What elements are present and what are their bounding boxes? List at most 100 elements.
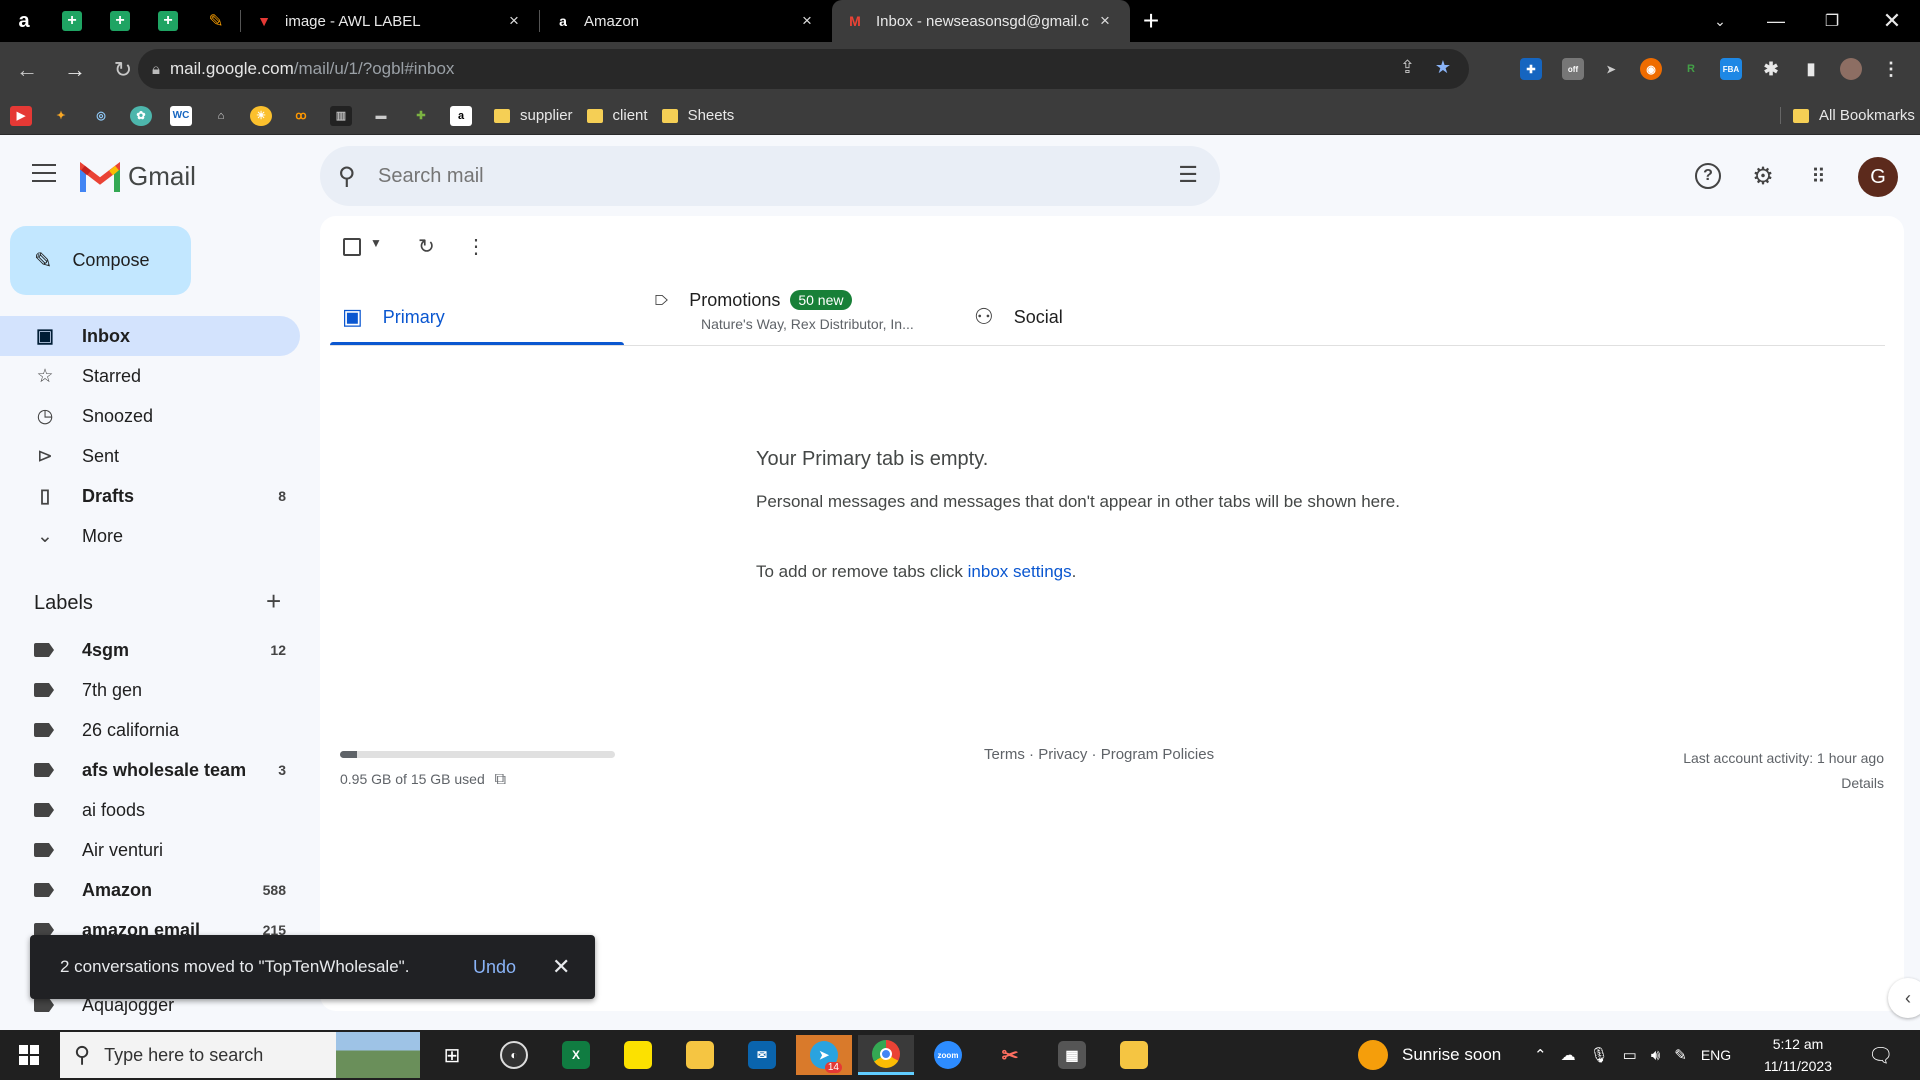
- new-tab-button[interactable]: +: [1130, 0, 1172, 42]
- store-icon[interactable]: ⌂: [210, 106, 232, 126]
- tab-social[interactable]: ⚇ Social: [974, 288, 1063, 346]
- extension-fba-icon[interactable]: FBA: [1720, 58, 1742, 80]
- main-menu-icon[interactable]: [32, 164, 56, 188]
- side-panel-toggle-chevron-icon[interactable]: ‹: [1888, 978, 1920, 1018]
- close-icon[interactable]: ×: [1094, 11, 1116, 31]
- back-button[interactable]: ←: [6, 49, 48, 91]
- profile-avatar-icon[interactable]: [1840, 58, 1862, 80]
- extension-circle-icon[interactable]: ◉: [1640, 58, 1662, 80]
- bookmark-icon[interactable]: ✦: [50, 106, 72, 126]
- tab-promotions[interactable]: ⌂ Promotions 50 new: [651, 280, 852, 320]
- label-item[interactable]: 4sgm 12: [0, 630, 300, 670]
- weather-widget[interactable]: Sunrise soon: [1358, 1030, 1501, 1080]
- amazon-icon[interactable]: a: [450, 105, 472, 126]
- bookmark-icon[interactable]: ◎: [90, 106, 112, 126]
- program-policies-link[interactable]: Program Policies: [1101, 746, 1214, 763]
- tab-search-chevron-icon[interactable]: ⌄: [1692, 0, 1748, 42]
- all-bookmarks[interactable]: All Bookmarks: [1780, 107, 1915, 124]
- chrome-icon[interactable]: [858, 1035, 914, 1075]
- bookmark-folder-supplier[interactable]: supplier: [494, 107, 573, 124]
- sidebar-item-more[interactable]: ⌄ More: [0, 516, 300, 556]
- pen-icon[interactable]: ✎: [1674, 1046, 1687, 1064]
- minimize-button[interactable]: —: [1748, 0, 1804, 42]
- select-all-checkbox[interactable]: [343, 238, 361, 256]
- restore-button[interactable]: ❐: [1804, 0, 1860, 42]
- close-window-button[interactable]: ✕: [1864, 0, 1920, 42]
- add-label-icon[interactable]: +: [266, 586, 281, 617]
- help-icon[interactable]: ?: [1690, 158, 1726, 194]
- label-item[interactable]: afs wholesale team 3: [0, 750, 300, 790]
- select-dropdown-icon[interactable]: ▼: [370, 236, 382, 250]
- start-button[interactable]: [0, 1030, 58, 1080]
- bookmark-icon[interactable]: ▥: [330, 105, 352, 126]
- refresh-icon[interactable]: ↻: [418, 234, 435, 259]
- explorer-folder-icon[interactable]: [1106, 1035, 1162, 1075]
- tab-amazon[interactable]: a Amazon ×: [540, 0, 832, 42]
- clock[interactable]: 5:12 am 11/11/2023: [1764, 1030, 1832, 1080]
- sun-icon[interactable]: ☀: [250, 105, 272, 126]
- notifications-icon[interactable]: 🗨︎: [1868, 1030, 1893, 1080]
- extension-arrow-icon[interactable]: ➤: [1600, 58, 1622, 80]
- wc-icon[interactable]: WC: [170, 105, 192, 126]
- sidebar-item-snoozed[interactable]: ◷ Snoozed: [0, 396, 300, 436]
- tab-gmail-inbox[interactable]: M Inbox - newseasonsgd@gmail.c ×: [832, 0, 1130, 42]
- calculator-icon[interactable]: ▦: [1044, 1035, 1100, 1075]
- sidebar-item-sent[interactable]: ⊳ Sent: [0, 436, 300, 476]
- puzzle-extensions-icon[interactable]: ✱: [1760, 58, 1782, 80]
- inbox-settings-link[interactable]: inbox settings: [968, 562, 1072, 581]
- youtube-icon[interactable]: ▶: [10, 105, 32, 126]
- taskbar-search[interactable]: ⚲ Type here to search: [60, 1032, 420, 1078]
- pinned-tab-amazon[interactable]: a: [0, 0, 48, 42]
- privacy-link[interactable]: Privacy: [1038, 746, 1087, 763]
- close-icon[interactable]: ×: [796, 11, 818, 31]
- label-item[interactable]: 26 california: [0, 710, 300, 750]
- network-icon[interactable]: ▭: [1623, 1046, 1637, 1064]
- search-icon[interactable]: ⚲: [338, 162, 364, 191]
- forward-button[interactable]: →: [54, 49, 96, 91]
- gmail-logo[interactable]: Gmail: [80, 161, 196, 192]
- tab-primary[interactable]: ▣ Primary: [342, 288, 445, 346]
- telegram-icon[interactable]: ➤ 14: [796, 1035, 852, 1075]
- pinned-tab-sheets-3[interactable]: +: [144, 0, 192, 42]
- extension-icon[interactable]: ✚: [1520, 58, 1542, 80]
- settings-gear-icon[interactable]: ⚙: [1745, 158, 1781, 194]
- star-bookmark-icon[interactable]: ★: [1435, 57, 1451, 78]
- external-link-icon[interactable]: ⧉: [495, 771, 506, 788]
- pinned-tab-sheets-2[interactable]: +: [96, 0, 144, 42]
- address-bar[interactable]: 🔒︎ mail.google.com/mail/u/1/?ogbl#inbox …: [138, 49, 1469, 89]
- chatgpt-icon[interactable]: ✿: [130, 105, 152, 126]
- sticky-notes-icon[interactable]: [610, 1035, 666, 1075]
- compose-button[interactable]: ✎ Compose: [10, 226, 191, 295]
- sidebar-item-inbox[interactable]: ▣ Inbox: [0, 316, 300, 356]
- task-view-icon[interactable]: ⊞: [424, 1035, 480, 1075]
- pinned-tab-sheets-1[interactable]: +: [48, 0, 96, 42]
- language-indicator[interactable]: ENG: [1701, 1047, 1731, 1063]
- chevron-up-icon[interactable]: ⌃: [1534, 1046, 1547, 1064]
- close-icon[interactable]: ×: [503, 11, 525, 31]
- search-input[interactable]: [378, 164, 1138, 188]
- sidebar-item-starred[interactable]: ☆ Starred: [0, 356, 300, 396]
- volume-icon[interactable]: 🔊︎: [1651, 1047, 1660, 1064]
- zoom-icon[interactable]: zoom: [920, 1035, 976, 1075]
- close-icon[interactable]: ✕: [552, 954, 570, 980]
- side-panel-icon[interactable]: ▮: [1800, 58, 1822, 80]
- microphone-icon[interactable]: 🎙︎: [1590, 1046, 1609, 1064]
- file-explorer-icon[interactable]: [672, 1035, 728, 1075]
- extension-off-icon[interactable]: off: [1562, 58, 1584, 80]
- menu-kebab-icon[interactable]: ⋮: [1880, 58, 1902, 80]
- terms-link[interactable]: Terms: [984, 746, 1025, 763]
- mail-icon[interactable]: ✉: [734, 1035, 790, 1075]
- excel-icon[interactable]: X: [548, 1035, 604, 1075]
- bookmark-folder-client[interactable]: client: [586, 107, 648, 124]
- label-item[interactable]: ai foods: [0, 790, 300, 830]
- details-link[interactable]: Details: [1683, 771, 1884, 796]
- account-avatar[interactable]: G: [1858, 157, 1898, 197]
- extension-rs-icon[interactable]: R: [1680, 58, 1702, 80]
- more-actions-icon[interactable]: ⋮: [466, 234, 486, 259]
- label-item[interactable]: Amazon 588: [0, 870, 300, 910]
- undo-button[interactable]: Undo: [473, 957, 516, 978]
- bookmark-folder-sheets[interactable]: Sheets: [661, 107, 734, 124]
- bookmark-icon[interactable]: ꝏ: [290, 106, 312, 126]
- pinned-tab-pen[interactable]: ✎: [192, 0, 240, 42]
- obs-icon[interactable]: ◐: [486, 1035, 542, 1075]
